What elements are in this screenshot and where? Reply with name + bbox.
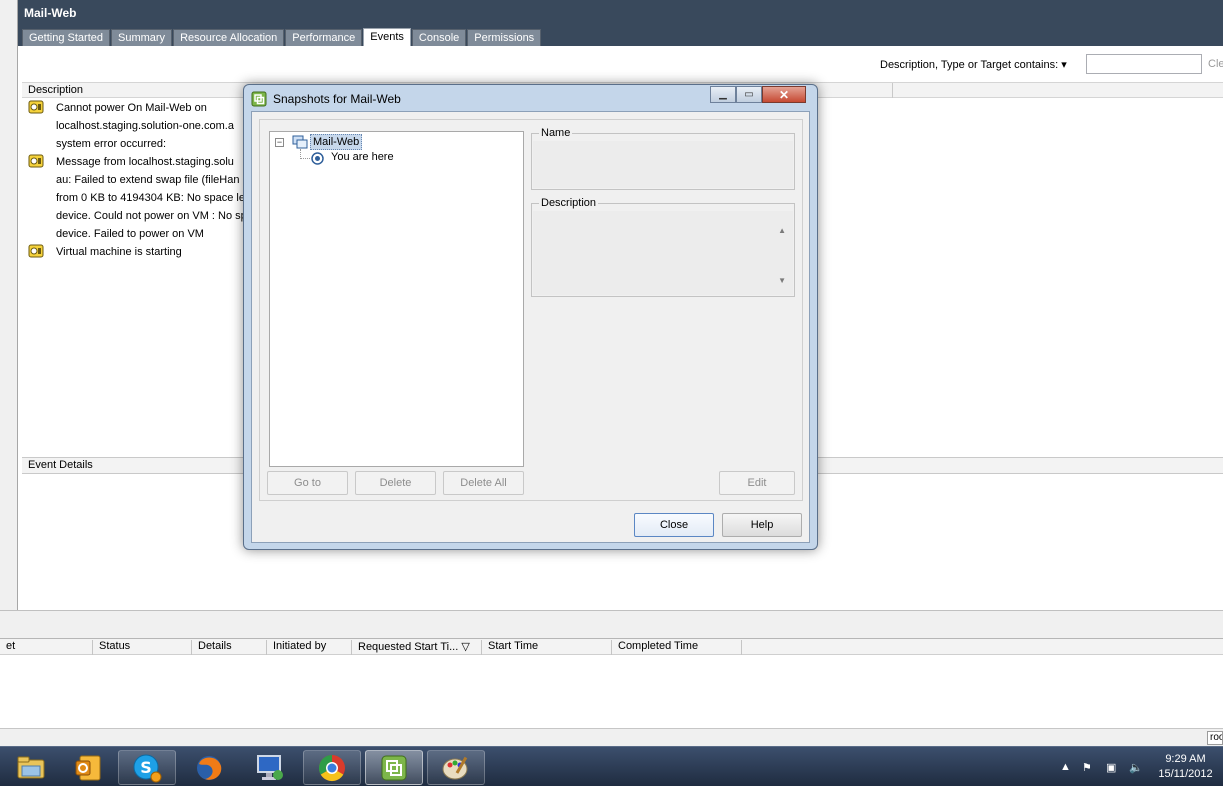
description-field[interactable] (533, 211, 793, 295)
remote-desktop-icon (257, 754, 283, 780)
taskbar-skype[interactable]: S (118, 750, 176, 785)
tab-strip: Getting Started Summary Resource Allocat… (22, 28, 542, 46)
maximize-icon: ▭ (744, 89, 754, 100)
status-user: roo (1207, 731, 1223, 745)
minimize-icon: ▁ (719, 89, 727, 100)
virtual-machine-icon (292, 135, 308, 149)
tab-getting-started[interactable]: Getting Started (22, 29, 110, 46)
tasks-column-start-time[interactable]: Start Time (482, 640, 612, 655)
clear-link[interactable]: Cle (1208, 58, 1223, 70)
snapshot-frame: − Mail-Web You are here Name Description… (259, 119, 803, 501)
tab-summary[interactable]: Summary (111, 29, 173, 46)
chrome-icon (318, 754, 345, 781)
name-group: Name (531, 127, 795, 190)
tree-node-you-are-here[interactable]: You are here (331, 151, 394, 163)
taskbar-file-explorer[interactable] (2, 750, 60, 785)
edit-button[interactable]: Edit (719, 471, 795, 495)
tab-events[interactable]: Events (363, 28, 411, 46)
file-explorer-icon (17, 756, 45, 778)
close-window-button[interactable]: ✕ (762, 86, 806, 103)
column-divider (892, 83, 893, 98)
snapshot-manager-dialog: Snapshots for Mail-Web ▁ ▭ ✕ − Mail-Web (243, 84, 818, 550)
minimize-button[interactable]: ▁ (710, 86, 736, 103)
event-row[interactable]: Virtual machine is starting (28, 243, 258, 261)
tree-connector (300, 158, 310, 159)
tasks-column-requested-start[interactable]: Requested Start Ti... ▽ (352, 640, 482, 655)
description-column-label: Description (28, 84, 84, 96)
dialog-title: Snapshots for Mail-Web (273, 92, 401, 106)
tab-console[interactable]: Console (411, 29, 467, 46)
description-label: Description (539, 197, 599, 209)
taskbar-outlook[interactable] (60, 750, 118, 785)
taskbar-remote-desktop[interactable] (241, 750, 299, 785)
help-button[interactable]: Help (722, 513, 802, 537)
name-field[interactable] (533, 141, 793, 188)
delete-button[interactable]: Delete (355, 471, 436, 495)
vm-title: Mail-Web (24, 6, 77, 20)
event-details-label: Event Details (28, 459, 93, 471)
tab-performance[interactable]: Performance (285, 29, 363, 46)
tab-permissions[interactable]: Permissions (467, 29, 542, 46)
left-panel-edge (0, 0, 18, 610)
clock-time: 9:29 AM (1165, 753, 1206, 765)
events-filter-bar: Description, Type or Target contains: ▾ … (18, 46, 1223, 82)
network-icon[interactable]: ▣ (1106, 761, 1116, 774)
outlook-icon (75, 755, 101, 780)
name-label: Name (539, 127, 573, 139)
snapshot-manager-icon (251, 91, 267, 107)
you-are-here-icon (311, 152, 324, 165)
vm-header: Mail-Web Getting Started Summary Resourc… (18, 0, 1223, 46)
paint-icon (442, 756, 468, 779)
tab-resource-allocation[interactable]: Resource Allocation (173, 29, 285, 46)
volume-icon[interactable]: 🔈 (1129, 761, 1143, 774)
taskbar-firefox[interactable] (180, 750, 238, 785)
taskbar-vsphere-client[interactable] (365, 750, 423, 785)
taskbar-paint[interactable] (427, 750, 485, 785)
tasks-column-target[interactable]: et (0, 640, 93, 655)
delete-all-button[interactable]: Delete All (443, 471, 524, 495)
scroll-down-icon[interactable]: ▼ (778, 276, 786, 285)
event-row[interactable]: Message from localhost.staging.solu au: … (28, 153, 258, 243)
vsphere-client-icon (381, 755, 407, 780)
windows-taskbar: S ▲ ⚑ ▣ 🔈 9:29 AM 15/11/2012 (0, 746, 1223, 786)
clock-date: 15/11/2012 (1158, 768, 1213, 780)
tasks-column-completed-time[interactable]: Completed Time (612, 640, 742, 655)
tree-node-mail-web[interactable]: Mail-Web (310, 134, 363, 150)
dialog-body: − Mail-Web You are here Name Description… (251, 111, 810, 543)
taskbar-clock[interactable]: 9:29 AM 15/11/2012 (1148, 752, 1223, 782)
firefox-icon (197, 755, 222, 780)
scroll-up-icon[interactable]: ▲ (778, 226, 786, 235)
show-hidden-icons-icon[interactable]: ▲ (1060, 761, 1071, 773)
window-controls: ▁ ▭ ✕ (710, 86, 806, 103)
description-group: Description ▲ ▼ (531, 197, 795, 297)
event-warning-icon (28, 154, 44, 168)
event-row[interactable]: Cannot power On Mail-Web on localhost.st… (28, 99, 258, 153)
tasks-column-initiated-by[interactable]: Initiated by (267, 640, 352, 655)
panel-splitter[interactable] (0, 610, 1223, 638)
event-warning-icon (28, 100, 44, 114)
close-button[interactable]: Close (634, 513, 714, 537)
maximize-button[interactable]: ▭ (736, 86, 762, 103)
filter-input[interactable] (1086, 54, 1202, 74)
tasks-column-status[interactable]: Status (93, 640, 192, 655)
close-icon: ✕ (778, 87, 790, 102)
recent-tasks-header: et Status Details Initiated by Requested… (0, 638, 1223, 655)
go-to-button[interactable]: Go to (267, 471, 348, 495)
event-info-icon (28, 244, 44, 258)
skype-icon: S (133, 754, 162, 782)
snapshot-tree[interactable]: − Mail-Web You are here (269, 131, 524, 467)
tasks-column-details[interactable]: Details (192, 640, 267, 655)
action-center-flag-icon[interactable]: ⚑ (1082, 761, 1092, 774)
filter-dropdown[interactable]: Description, Type or Target contains: ▾ (880, 58, 1067, 71)
status-bar: roo (0, 728, 1223, 746)
taskbar-chrome[interactable] (303, 750, 361, 785)
dialog-titlebar[interactable]: Snapshots for Mail-Web ▁ ▭ ✕ (244, 85, 817, 111)
svg-text:S: S (140, 758, 152, 777)
tree-collapse-toggle[interactable]: − (275, 138, 284, 147)
